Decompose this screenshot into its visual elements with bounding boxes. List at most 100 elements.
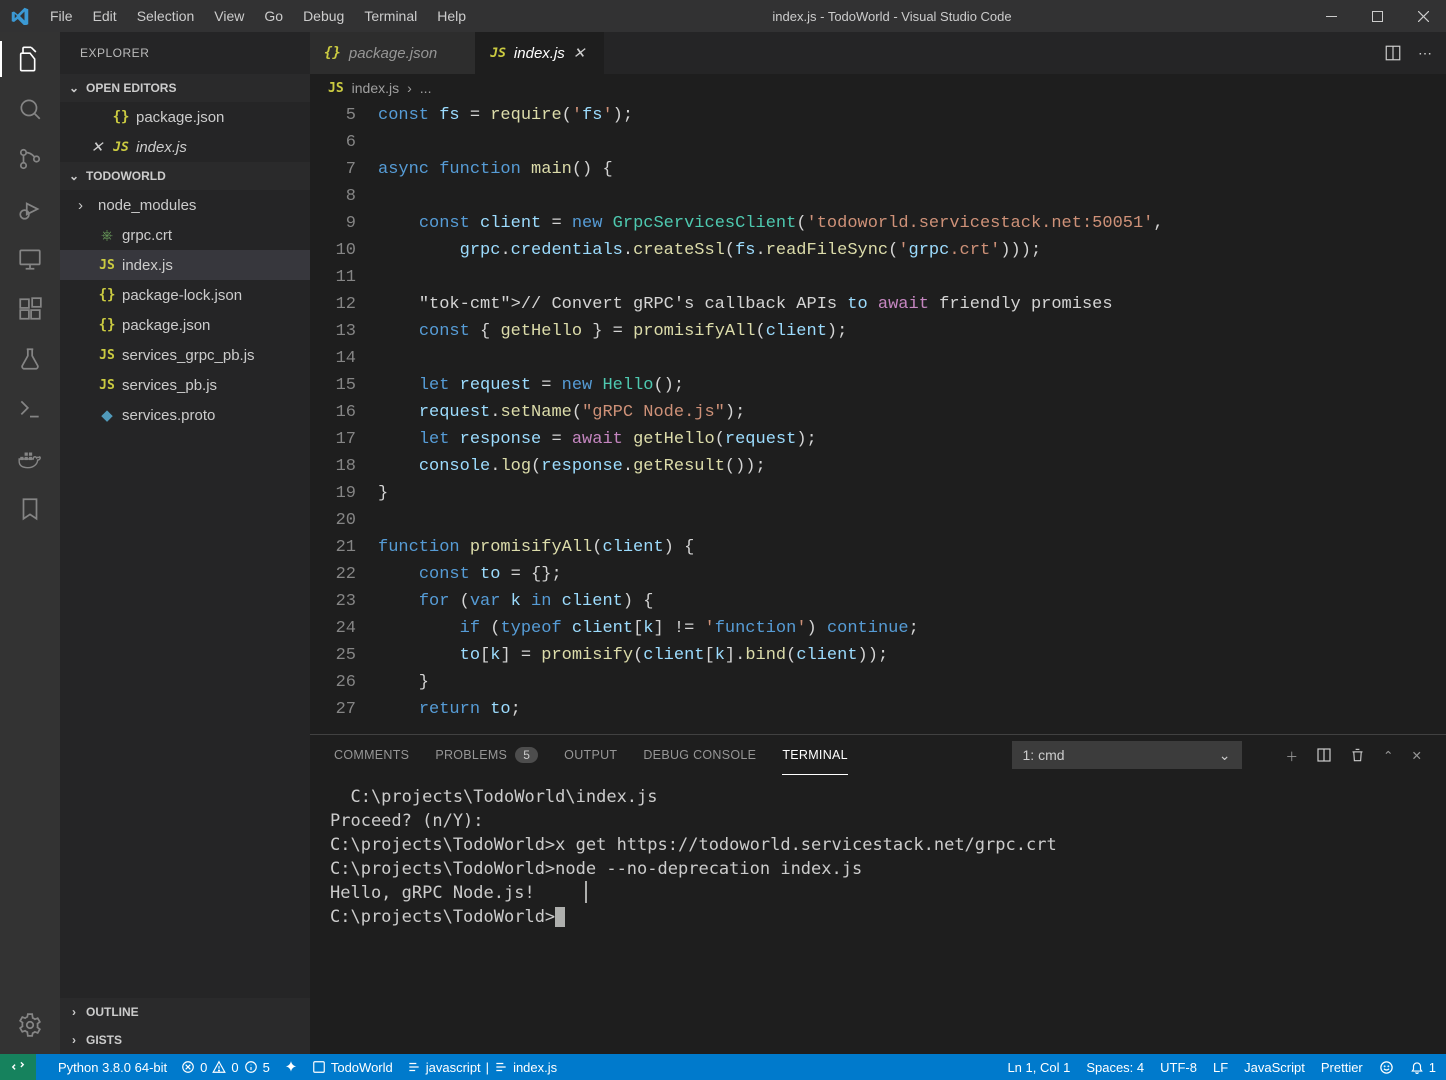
open-editors-header[interactable]: ⌄ OPEN EDITORS xyxy=(60,74,310,102)
menu-view[interactable]: View xyxy=(204,2,254,30)
status-lncol[interactable]: Ln 1, Col 1 xyxy=(1007,1060,1070,1075)
extensions-icon[interactable] xyxy=(15,294,45,324)
close-panel-icon[interactable]: ✕ xyxy=(1412,748,1422,763)
file-label: services_pb.js xyxy=(122,377,217,394)
cert-file-icon: ⎈ xyxy=(98,227,116,244)
breadcrumb-trail[interactable]: ... xyxy=(420,80,432,96)
panel-tab-comments[interactable]: COMMENTS xyxy=(334,735,409,775)
tab-bar: {} package.json ✕ JS index.js ✕ ⋯ xyxy=(310,32,1446,74)
status-problems[interactable]: 0 0 5 xyxy=(181,1060,270,1075)
code-content[interactable]: const fs = require('fs'); async function… xyxy=(378,102,1446,734)
status-eol[interactable]: LF xyxy=(1213,1060,1228,1075)
project-header-label: TODOWORLD xyxy=(86,169,166,183)
folder-label: node_modules xyxy=(98,197,196,214)
tab-index-js[interactable]: JS index.js ✕ xyxy=(476,32,604,74)
terminal-selector-value: 1: cmd xyxy=(1023,747,1065,763)
split-terminal-icon[interactable] xyxy=(1316,747,1332,763)
proto-file-icon: ◆ xyxy=(98,406,116,424)
js-file-icon: JS xyxy=(98,348,116,363)
file-item[interactable]: JS services_grpc_pb.js xyxy=(60,340,310,370)
status-prettier[interactable]: Prettier xyxy=(1321,1060,1363,1075)
split-editor-icon[interactable] xyxy=(1384,44,1402,62)
sidebar-title: EXPLORER xyxy=(60,32,310,74)
breadcrumbs[interactable]: JS index.js › ... xyxy=(310,74,1446,102)
search-icon[interactable] xyxy=(15,94,45,124)
js-file-icon: JS xyxy=(490,46,506,61)
status-notifications[interactable]: 1 xyxy=(1410,1060,1436,1075)
maximize-button[interactable] xyxy=(1354,0,1400,32)
maximize-panel-icon[interactable]: ⌃ xyxy=(1383,748,1393,763)
panel-tab-problems-label: PROBLEMS xyxy=(435,748,507,762)
panel-tab-debug[interactable]: DEBUG CONSOLE xyxy=(643,735,756,775)
panel-tab-terminal[interactable]: TERMINAL xyxy=(782,735,848,775)
json-file-icon: {} xyxy=(324,45,341,61)
editor-area: {} package.json ✕ JS index.js ✕ ⋯ JS ind… xyxy=(310,32,1446,1054)
file-item[interactable]: {} package.json xyxy=(60,310,310,340)
explorer-icon[interactable] xyxy=(15,44,45,74)
kill-terminal-icon[interactable] xyxy=(1350,747,1365,763)
remote-icon[interactable] xyxy=(15,244,45,274)
file-label: services.proto xyxy=(122,407,215,424)
file-item[interactable]: ⎈ grpc.crt xyxy=(60,220,310,250)
terminal-selector[interactable]: 1: cmd ⌄ xyxy=(1012,741,1242,769)
chevron-right-icon: › xyxy=(66,1033,82,1047)
panel-tab-problems[interactable]: PROBLEMS 5 xyxy=(435,735,538,775)
remote-indicator[interactable] xyxy=(0,1054,36,1080)
status-project[interactable]: TodoWorld xyxy=(312,1060,393,1075)
status-encoding[interactable]: UTF-8 xyxy=(1160,1060,1197,1075)
more-actions-icon[interactable]: ⋯ xyxy=(1418,45,1432,62)
close-tab-icon[interactable]: ✕ xyxy=(573,44,589,62)
open-editors-label: OPEN EDITORS xyxy=(86,81,176,95)
menu-file[interactable]: File xyxy=(40,2,83,30)
new-terminal-icon[interactable]: ＋ xyxy=(1286,746,1299,765)
panel-tab-output[interactable]: OUTPUT xyxy=(564,735,617,775)
terminal[interactable]: C:\projects\TodoWorld\index.jsProceed? (… xyxy=(310,775,1446,1054)
status-spaces[interactable]: Spaces: 4 xyxy=(1086,1060,1144,1075)
menu-edit[interactable]: Edit xyxy=(83,2,127,30)
file-label: grpc.crt xyxy=(122,227,172,244)
terminal-activity-icon[interactable] xyxy=(15,394,45,424)
menu-terminal[interactable]: Terminal xyxy=(354,2,427,30)
open-editor-label: index.js xyxy=(136,139,187,156)
code-editor[interactable]: 5678910111213141516171819202122232425262… xyxy=(310,102,1446,734)
status-python[interactable]: Python 3.8.0 64-bit xyxy=(58,1060,167,1075)
file-label: package-lock.json xyxy=(122,287,242,304)
bookmark-icon[interactable] xyxy=(15,494,45,524)
file-item[interactable]: JS services_pb.js xyxy=(60,370,310,400)
minimize-button[interactable] xyxy=(1308,0,1354,32)
menu-go[interactable]: Go xyxy=(254,2,293,30)
file-item[interactable]: {} package-lock.json xyxy=(60,280,310,310)
chevron-down-icon: ⌄ xyxy=(66,81,82,95)
breadcrumb-file[interactable]: index.js xyxy=(352,80,399,96)
test-icon[interactable] xyxy=(15,344,45,374)
status-language[interactable]: JavaScript xyxy=(1244,1060,1305,1075)
app-menu: File Edit Selection View Go Debug Termin… xyxy=(40,2,476,30)
status-feedback[interactable] xyxy=(1379,1060,1394,1075)
open-editor-item[interactable]: {} package.json xyxy=(60,102,310,132)
chevron-right-icon: › xyxy=(78,197,92,214)
menu-selection[interactable]: Selection xyxy=(127,2,205,30)
activity-bar xyxy=(0,32,60,1054)
status-scope[interactable]: javascript | index.js xyxy=(407,1060,557,1075)
open-editor-item[interactable]: ✕ JS index.js xyxy=(60,132,310,162)
file-item[interactable]: JS index.js xyxy=(60,250,310,280)
folder-item[interactable]: › node_modules xyxy=(60,190,310,220)
status-live-share[interactable] xyxy=(284,1060,298,1074)
chevron-down-icon: ⌄ xyxy=(66,169,82,183)
close-editor-icon[interactable]: ✕ xyxy=(88,138,106,156)
tab-package-json[interactable]: {} package.json ✕ xyxy=(310,32,476,74)
tab-label: package.json xyxy=(349,45,437,62)
chevron-right-icon: › xyxy=(66,1005,82,1019)
panel-tab-bar: COMMENTS PROBLEMS 5 OUTPUT DEBUG CONSOLE… xyxy=(310,735,1446,775)
settings-gear-icon[interactable] xyxy=(15,1010,45,1040)
gists-header[interactable]: › GISTS xyxy=(60,1026,310,1054)
file-item[interactable]: ◆ services.proto xyxy=(60,400,310,430)
source-control-icon[interactable] xyxy=(15,144,45,174)
project-header[interactable]: ⌄ TODOWORLD xyxy=(60,162,310,190)
close-button[interactable] xyxy=(1400,0,1446,32)
menu-help[interactable]: Help xyxy=(427,2,476,30)
debug-icon[interactable] xyxy=(15,194,45,224)
outline-header[interactable]: › OUTLINE xyxy=(60,998,310,1026)
menu-debug[interactable]: Debug xyxy=(293,2,354,30)
docker-icon[interactable] xyxy=(15,444,45,474)
